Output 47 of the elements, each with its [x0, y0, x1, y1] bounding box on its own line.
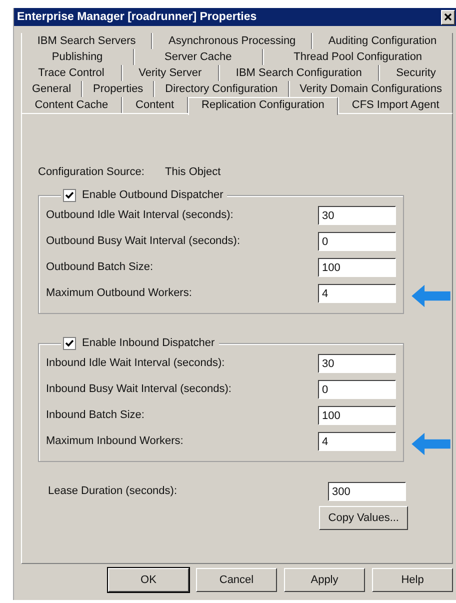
field-label: Inbound Idle Wait Interval (seconds): [46, 357, 225, 369]
input-field[interactable]: 4 [318, 432, 396, 450]
window-title: Enterprise Manager [roadrunner] Properties [17, 11, 257, 23]
close-icon [444, 13, 452, 21]
tab[interactable]: IBM Search Servers [21, 33, 152, 49]
tab[interactable]: Asynchronous Processing [152, 33, 312, 49]
tab[interactable]: Security [379, 65, 454, 81]
field-label: Outbound Idle Wait Interval (seconds): [46, 209, 234, 221]
field-label: Outbound Busy Wait Interval (seconds): [46, 235, 240, 247]
dialog-button[interactable]: OK [108, 568, 189, 592]
tab[interactable]: General [21, 81, 82, 97]
checkbox-label: Enable Inbound Dispatcher [82, 337, 215, 349]
input-field[interactable]: 30 [318, 354, 396, 372]
tab[interactable]: Publishing [21, 49, 134, 65]
input-field[interactable]: 0 [318, 232, 396, 250]
close-button[interactable] [441, 10, 455, 24]
field-label: Outbound Batch Size: [46, 261, 154, 273]
field-label: Lease Duration (seconds): [48, 485, 178, 497]
tab[interactable]: Thread Pool Configuration [262, 49, 453, 65]
field-label: Maximum Outbound Workers: [46, 287, 192, 299]
field-label: Configuration Source: [38, 166, 146, 178]
checkbox[interactable] [63, 336, 76, 350]
copy-values-button[interactable]: Copy Values... [319, 506, 408, 530]
input-field[interactable]: 4 [318, 284, 396, 302]
checkbox[interactable] [63, 188, 76, 202]
tab[interactable]: Auditing Configuration [312, 33, 454, 49]
tab[interactable]: Server Cache [134, 49, 263, 65]
tab[interactable]: Verity Server [122, 65, 219, 81]
tab[interactable]: IBM Search Configuration [218, 65, 379, 81]
tab[interactable]: Properties [82, 81, 154, 97]
field-label: Inbound Busy Wait Interval (seconds): [46, 383, 232, 395]
input-field[interactable]: 100 [318, 406, 396, 424]
field-value: This Object [165, 166, 221, 178]
dialog-button[interactable]: Apply [284, 568, 365, 592]
field-label: Maximum Inbound Workers: [46, 435, 184, 447]
checkbox-label: Enable Outbound Dispatcher [82, 189, 224, 201]
dialog-button[interactable]: Help [372, 568, 453, 592]
input-field[interactable]: 30 [318, 206, 396, 224]
tab[interactable]: Content Cache [21, 97, 122, 113]
dialog-button[interactable]: Cancel [196, 568, 277, 592]
tab[interactable]: Replication Configuration [188, 97, 338, 115]
tab[interactable]: CFS Import Agent [338, 97, 454, 113]
input-field[interactable]: 0 [318, 380, 396, 398]
tab[interactable]: Trace Control [21, 65, 122, 81]
input-field[interactable]: 100 [318, 258, 396, 276]
field-label: Inbound Batch Size: [46, 409, 144, 421]
input-field[interactable]: 300 [328, 482, 406, 500]
